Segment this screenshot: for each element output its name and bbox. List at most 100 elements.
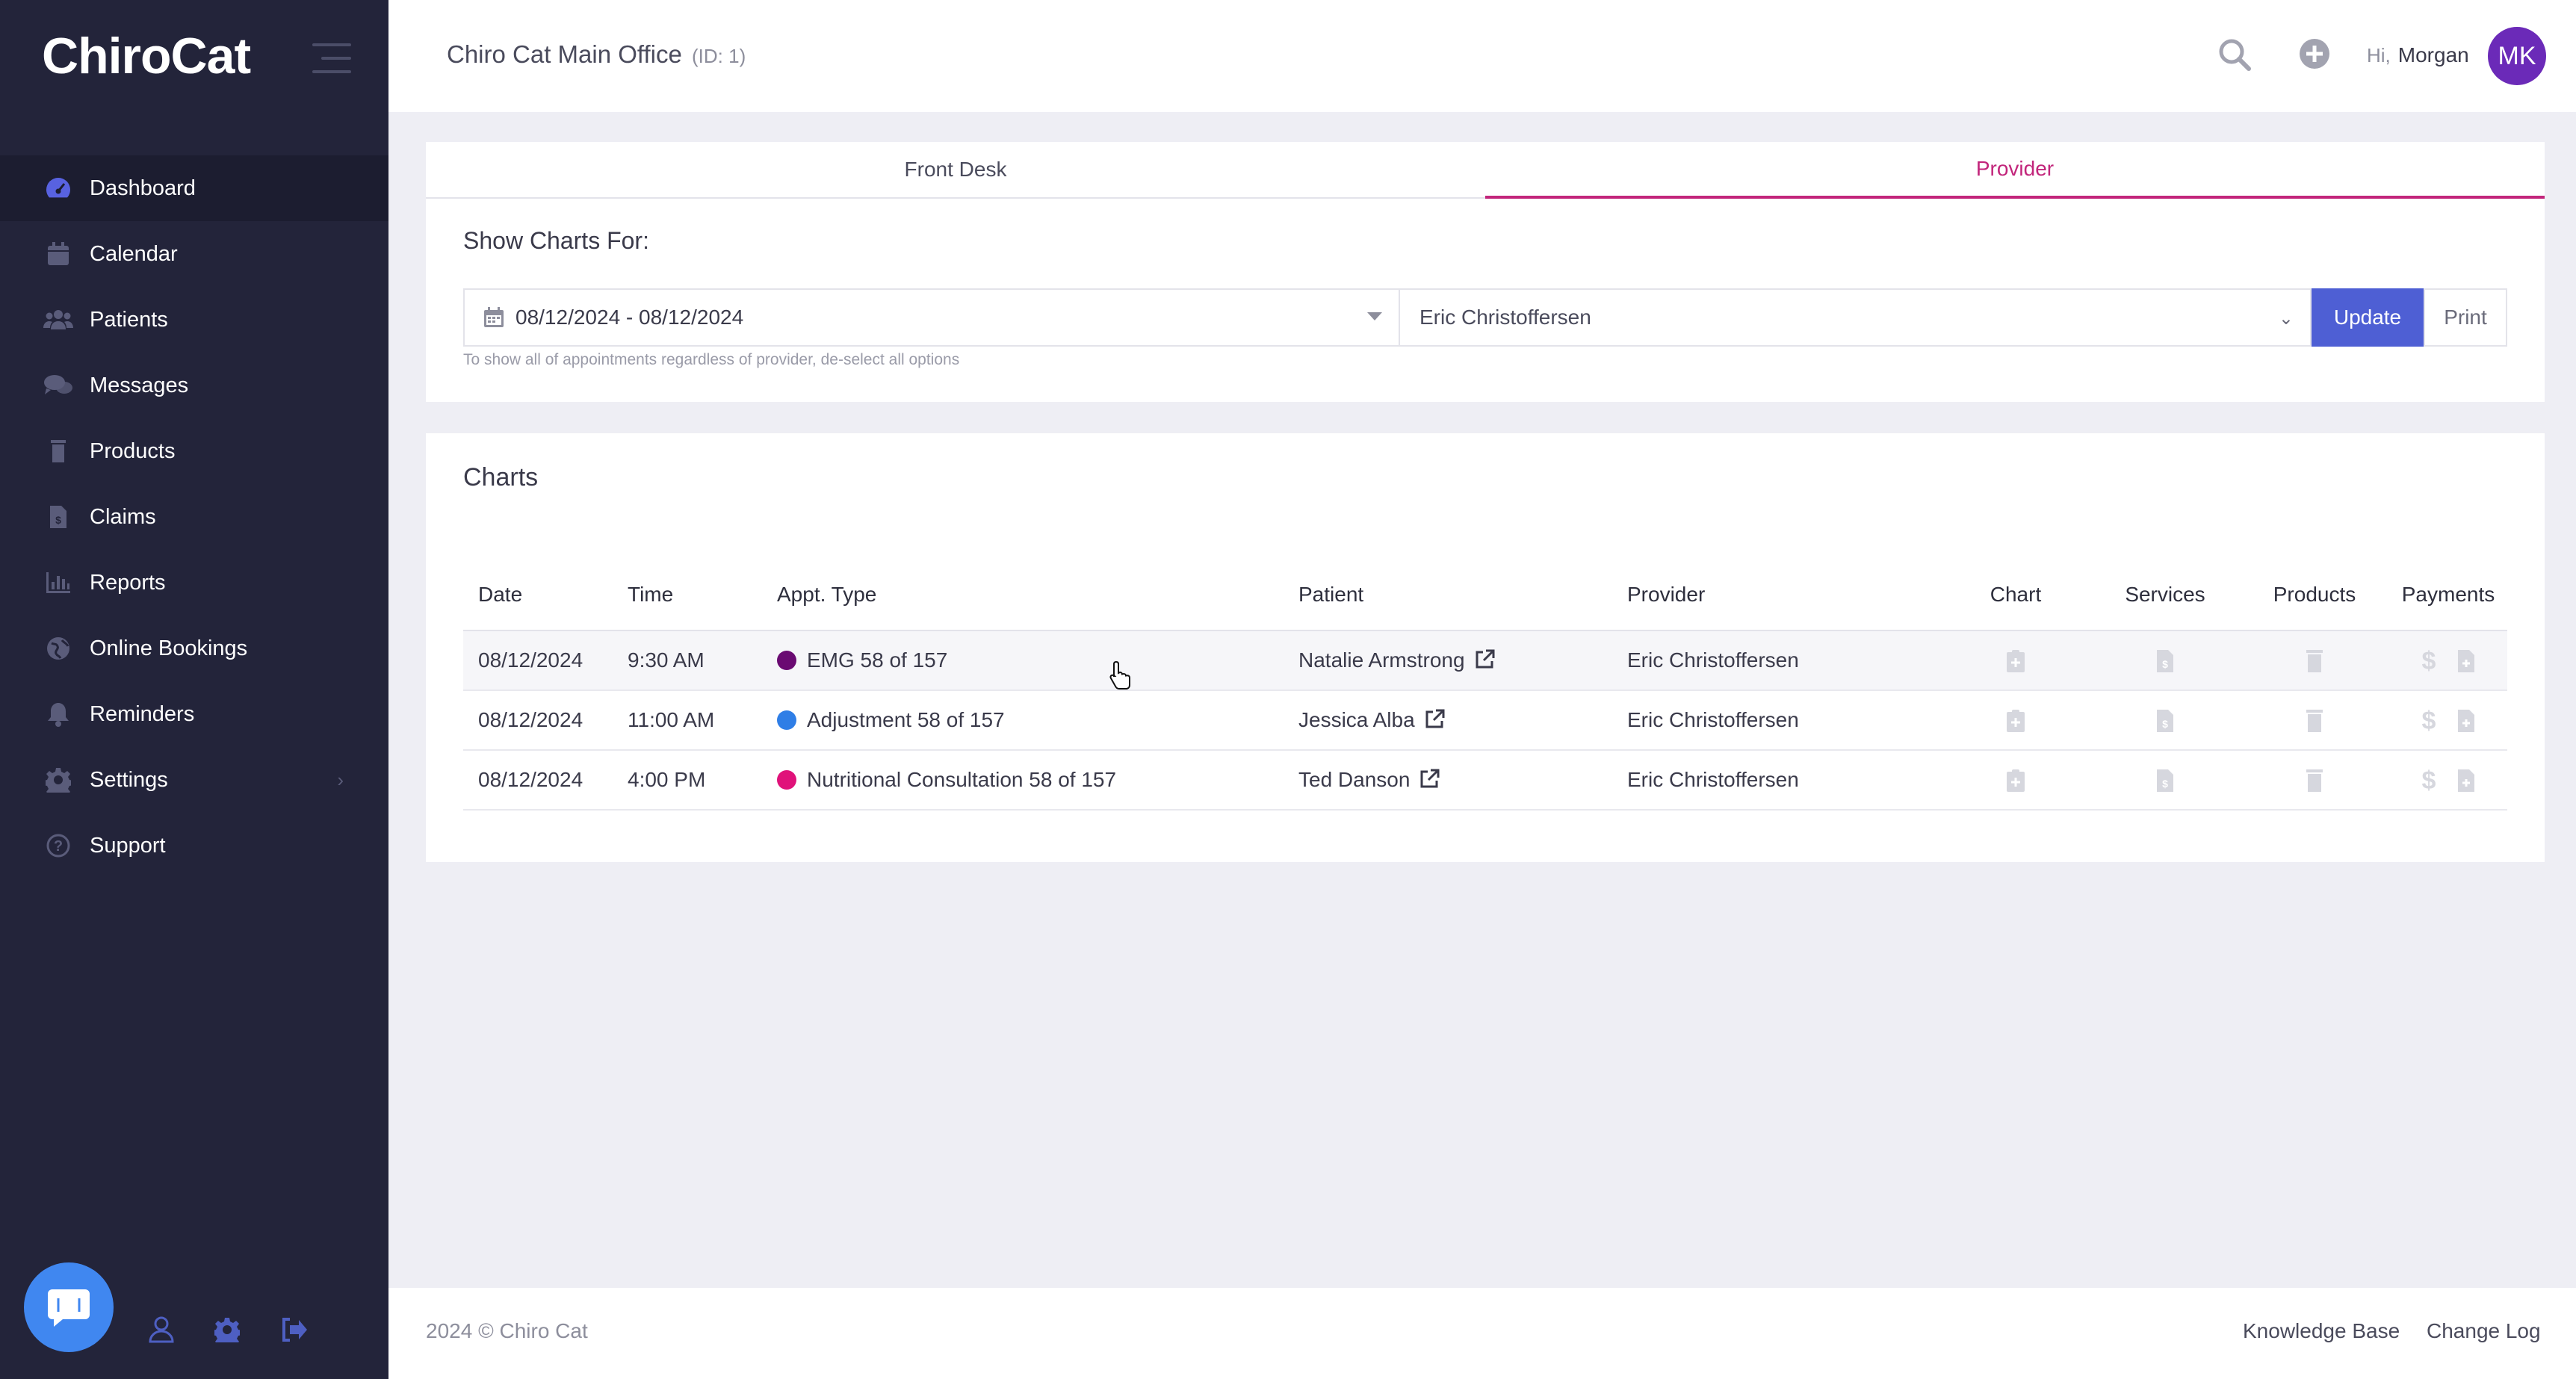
table-row[interactable]: 08/12/2024 9:30 AM EMG 58 of 157 Natalie…	[463, 630, 2507, 691]
cell-services: $	[2090, 750, 2240, 811]
sidebar-item-online-bookings[interactable]: Online Bookings	[0, 616, 388, 681]
cell-patient[interactable]: Jessica Alba	[1284, 690, 1612, 751]
sidebar-item-settings[interactable]: Settings ›	[0, 747, 388, 813]
gear-icon[interactable]	[212, 1315, 242, 1345]
cell-products	[2240, 750, 2389, 811]
tab-provider[interactable]: Provider	[1485, 142, 2545, 199]
invoice-add-icon[interactable]	[2456, 709, 2477, 733]
cell-appt-type: Nutritional Consultation 58 of 157	[762, 750, 1284, 811]
cell-payments: $	[2389, 630, 2507, 691]
calendar-icon	[43, 241, 73, 267]
sidebar-item-products[interactable]: Products	[0, 418, 388, 484]
sidebar-item-label: Calendar	[90, 241, 178, 266]
sidebar-item-support[interactable]: ? Support	[0, 813, 388, 878]
office-id: (ID: 1)	[692, 45, 746, 67]
invoice-add-icon[interactable]	[2456, 649, 2477, 673]
cell-patient[interactable]: Ted Danson	[1284, 750, 1612, 811]
invoice-add-icon[interactable]	[2456, 769, 2477, 793]
charts-title: Charts	[463, 463, 539, 492]
external-link-icon[interactable]	[1474, 649, 1495, 670]
user-name: Morgan	[2397, 43, 2469, 66]
dashboard-gauge-icon	[43, 175, 73, 202]
cell-chart	[1941, 750, 2090, 811]
provider-select[interactable]: Eric Christoffersen ⌄	[1399, 288, 2312, 347]
svg-text:$: $	[2162, 658, 2168, 670]
logout-icon[interactable]	[279, 1315, 309, 1345]
hamburger-menu-icon[interactable]	[312, 43, 351, 73]
patient-name[interactable]: Natalie Armstrong	[1298, 648, 1465, 672]
print-button[interactable]: Print	[2424, 288, 2507, 347]
sidebar-item-messages[interactable]: Messages	[0, 353, 388, 418]
caret-down-icon	[1367, 312, 1382, 320]
cell-payments: $	[2389, 750, 2507, 811]
cell-date: 08/12/2024	[463, 690, 613, 751]
external-link-icon[interactable]	[1424, 709, 1445, 730]
change-log-link[interactable]: Change Log	[2427, 1319, 2541, 1343]
question-circle-icon: ?	[43, 832, 73, 859]
globe-icon	[43, 635, 73, 662]
view-tabs: Front Desk Provider	[426, 142, 2545, 199]
user-greeting[interactable]: Hi, Morgan	[2367, 43, 2469, 67]
sidebar-item-reports[interactable]: Reports	[0, 550, 388, 616]
dollar-icon[interactable]: $	[2420, 768, 2438, 793]
charts-card: Charts Date Time Appt. Type Patient Prov…	[426, 433, 2545, 862]
appt-color-dot	[777, 651, 796, 670]
clipboard-plus-icon[interactable]	[2005, 769, 2026, 793]
dollar-icon[interactable]: $	[2420, 708, 2438, 734]
filter-hint: To show all of appointments regardless o…	[463, 351, 960, 368]
sidebar-item-reminders[interactable]: Reminders	[0, 681, 388, 747]
cell-chart	[1941, 690, 2090, 751]
sidebar-item-label: Reports	[90, 570, 166, 595]
column-header-chart: Chart	[1941, 559, 2090, 631]
chat-bubble-icon[interactable]	[24, 1262, 114, 1352]
cell-provider: Eric Christoffersen	[1612, 690, 1941, 751]
column-header-date: Date	[463, 559, 613, 631]
chevron-down-icon: ⌄	[2278, 309, 2294, 329]
cell-products	[2240, 630, 2389, 691]
service-document-icon[interactable]: $	[2155, 709, 2176, 733]
update-button[interactable]: Update	[2312, 288, 2424, 347]
add-circle-icon[interactable]	[2298, 37, 2332, 72]
sidebar-item-label: Claims	[90, 504, 156, 529]
clipboard-plus-icon[interactable]	[2005, 649, 2026, 673]
column-header-products: Products	[2240, 559, 2389, 631]
service-document-icon[interactable]: $	[2155, 769, 2176, 793]
cell-patient[interactable]: Natalie Armstrong	[1284, 630, 1612, 691]
tab-front-desk[interactable]: Front Desk	[426, 142, 1485, 199]
column-header-services: Services	[2090, 559, 2240, 631]
external-link-icon[interactable]	[1419, 769, 1440, 790]
chirocat-logo[interactable]: ChiroCat	[42, 27, 251, 85]
product-stack-icon[interactable]	[2304, 709, 2325, 733]
product-stack-icon	[43, 438, 73, 465]
sidebar-item-claims[interactable]: $ Claims	[0, 484, 388, 550]
sidebar-nav: Dashboard Calendar Patients Messages Pro…	[0, 155, 388, 878]
sidebar-item-dashboard[interactable]: Dashboard	[0, 155, 388, 221]
table-row[interactable]: 08/12/2024 4:00 PM Nutritional Consultat…	[463, 750, 2507, 811]
top-header: Chiro Cat Main Office (ID: 1) Hi, Morgan …	[388, 0, 2576, 112]
user-icon[interactable]	[146, 1315, 176, 1345]
service-document-icon[interactable]: $	[2155, 649, 2176, 673]
calendar-icon	[483, 306, 505, 329]
sidebar-item-label: Messages	[90, 373, 189, 397]
sidebar: ChiroCat Dashboard Calendar Patients Mes…	[0, 0, 388, 1379]
avatar[interactable]: MK	[2488, 27, 2546, 85]
date-range-picker[interactable]: 08/12/2024 - 08/12/2024	[463, 288, 1400, 347]
product-stack-icon[interactable]	[2304, 769, 2325, 793]
sidebar-item-patients[interactable]: Patients	[0, 287, 388, 353]
sidebar-item-calendar[interactable]: Calendar	[0, 221, 388, 287]
patient-name[interactable]: Ted Danson	[1298, 768, 1410, 791]
search-icon[interactable]	[2217, 37, 2253, 73]
svg-text:?: ?	[54, 838, 63, 855]
clipboard-plus-icon[interactable]	[2005, 709, 2026, 733]
table-row[interactable]: 08/12/2024 11:00 AM Adjustment 58 of 157…	[463, 690, 2507, 751]
cell-time: 11:00 AM	[613, 690, 762, 751]
patient-name[interactable]: Jessica Alba	[1298, 708, 1415, 731]
product-stack-icon[interactable]	[2304, 649, 2325, 673]
sidebar-item-label: Support	[90, 833, 166, 858]
filter-card: Show Charts For: 08/12/2024 - 08/12/2024…	[426, 199, 2545, 402]
dollar-icon[interactable]: $	[2420, 648, 2438, 674]
bar-chart-icon	[43, 569, 73, 596]
cell-appt-type: EMG 58 of 157	[762, 630, 1284, 691]
knowledge-base-link[interactable]: Knowledge Base	[2243, 1319, 2400, 1343]
appt-color-dot	[777, 710, 796, 730]
